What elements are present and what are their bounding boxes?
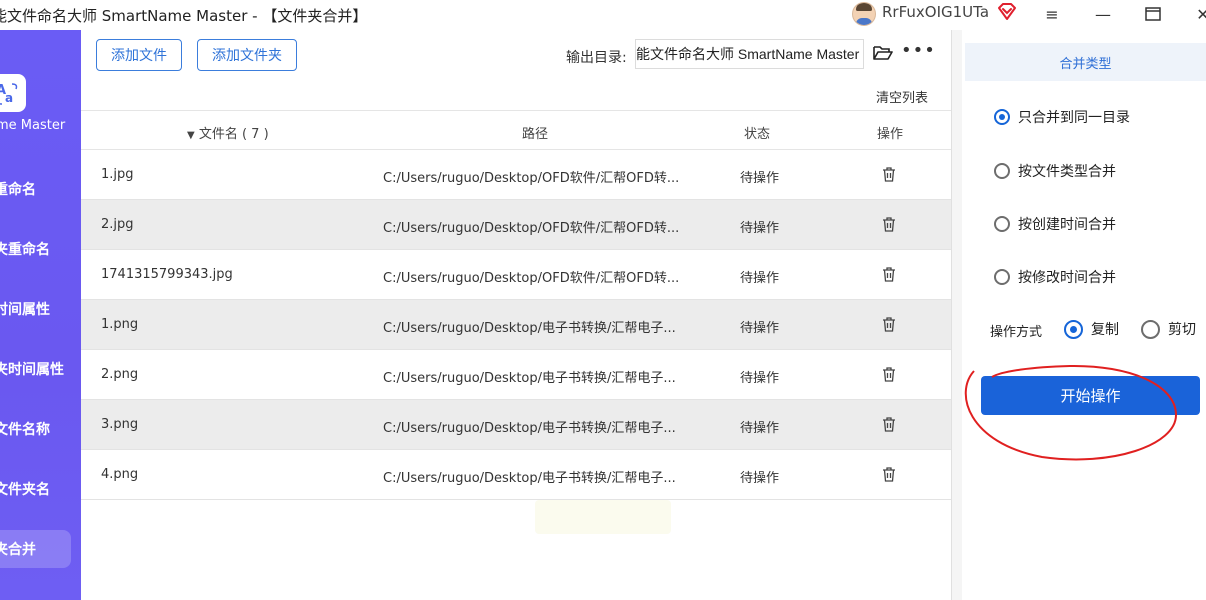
main-content: 添加文件 添加文件夹 输出目录: ••• 清空列表 ▼ 文件名 ( 7 ) 路径… (81, 30, 951, 600)
delete-trash-icon[interactable] (882, 167, 896, 186)
title-bar: 能文件命名大师 SmartName Master - 【文件夹合并】 RrFux… (0, 0, 1206, 30)
radio-selected-icon[interactable] (994, 109, 1010, 125)
table-row[interactable]: 1.png C:/Users/ruguo/Desktop/电子书转换/汇帮电子..… (81, 300, 951, 350)
cut-label: 剪切 (1168, 322, 1196, 338)
table-row[interactable]: 3.png C:/Users/ruguo/Desktop/电子书转换/汇帮电子..… (81, 400, 951, 450)
maximize-button[interactable] (1133, 0, 1173, 28)
maximize-icon (1145, 7, 1161, 21)
output-dir-field[interactable] (635, 39, 864, 69)
ghost-button-overlay (535, 500, 671, 534)
output-dir-label: 输出目录: (566, 50, 627, 66)
sidebar-item-folder-rename[interactable]: 夹重命名 (0, 230, 71, 268)
merge-option-label: 按文件类型合并 (1018, 164, 1116, 180)
table-row[interactable]: 4.png C:/Users/ruguo/Desktop/电子书转换/汇帮电子..… (81, 450, 951, 500)
operation-mode-copy[interactable]: 复制 (1064, 319, 1119, 339)
file-name-cell: 1.png (101, 317, 139, 332)
file-path-cell: C:/Users/ruguo/Desktop/电子书转换/汇帮电子... (383, 321, 676, 336)
user-avatar[interactable] (852, 2, 876, 26)
sidebar-item-folder-names[interactable]: 文件夹名 (0, 470, 71, 508)
radio-unselected-icon[interactable] (994, 216, 1010, 232)
column-header-action: 操作 (877, 127, 904, 142)
add-file-button[interactable]: 添加文件 (96, 39, 182, 71)
filename-header-label: 文件名 ( 7 ) (198, 127, 269, 142)
sidebar-item-folder-merge[interactable]: 夹合并 (0, 530, 71, 568)
sidebar-item-file-names[interactable]: 文件名称 (0, 410, 71, 448)
close-button[interactable]: ✕ (1183, 0, 1206, 28)
operation-mode-label: 操作方式 (990, 325, 1043, 340)
table-row[interactable]: 2.png C:/Users/ruguo/Desktop/电子书转换/汇帮电子..… (81, 350, 951, 400)
radio-unselected-icon[interactable] (994, 163, 1010, 179)
file-path-cell: C:/Users/ruguo/Desktop/电子书转换/汇帮电子... (383, 421, 676, 436)
delete-trash-icon[interactable] (882, 267, 896, 286)
merge-option-label: 按创建时间合并 (1018, 217, 1116, 233)
merge-option-by-created-time[interactable]: 按创建时间合并 (994, 214, 1116, 234)
file-path-cell: C:/Users/ruguo/Desktop/电子书转换/汇帮电子... (383, 371, 676, 386)
vip-diamond-icon[interactable] (996, 1, 1018, 23)
sidebar-item-folder-time-attributes[interactable]: 夹时间属性 (0, 350, 71, 388)
menu-icon[interactable]: ≡ (1032, 0, 1072, 28)
add-folder-button[interactable]: 添加文件夹 (197, 39, 297, 71)
folder-open-icon[interactable] (873, 45, 893, 61)
svg-text:a: a (5, 91, 13, 105)
file-name-cell: 4.png (101, 467, 139, 482)
file-path-cell: C:/Users/ruguo/Desktop/OFD软件/汇帮OFD转... (383, 221, 680, 236)
app-logo-icon: A a (0, 74, 26, 112)
clear-list-link[interactable]: 清空列表 (876, 87, 928, 106)
file-name-cell: 2.png (101, 367, 139, 382)
app-name-label: me Master (0, 118, 66, 133)
table-header: ▼ 文件名 ( 7 ) 路径 状态 操作 (81, 110, 951, 150)
panel-gutter (952, 30, 962, 600)
column-header-filename[interactable]: ▼ 文件名 ( 7 ) (187, 123, 269, 142)
sidebar: A a me Master 重命名 夹重命名 时间属性 夹时间属性 文件名称 文… (0, 30, 81, 600)
table-row[interactable]: 1741315799343.jpg C:/Users/ruguo/Desktop/… (81, 250, 951, 300)
radio-unselected-icon[interactable] (994, 269, 1010, 285)
radio-unselected-icon[interactable] (1141, 319, 1160, 339)
file-name-cell: 3.png (101, 417, 139, 432)
minimize-button[interactable]: — (1083, 0, 1123, 28)
more-options-icon[interactable]: ••• (901, 40, 936, 61)
status-cell: 待操作 (740, 471, 780, 486)
status-cell: 待操作 (740, 321, 780, 336)
status-cell: 待操作 (740, 371, 780, 386)
merge-type-header: 合并类型 (965, 43, 1206, 81)
column-header-path: 路径 (522, 127, 549, 142)
operation-mode-cut[interactable]: 剪切 (1141, 319, 1196, 339)
status-cell: 待操作 (740, 171, 780, 186)
merge-option-label: 按修改时间合并 (1018, 270, 1116, 286)
delete-trash-icon[interactable] (882, 317, 896, 336)
status-cell: 待操作 (740, 271, 780, 286)
status-cell: 待操作 (740, 221, 780, 236)
file-path-cell: C:/Users/ruguo/Desktop/电子书转换/汇帮电子... (383, 471, 676, 486)
merge-option-label: 只合并到同一目录 (1018, 110, 1130, 126)
file-name-cell: 1.jpg (101, 167, 134, 182)
merge-option-by-file-type[interactable]: 按文件类型合并 (994, 161, 1116, 181)
username[interactable]: RrFuxOIG1UTa (882, 3, 989, 21)
copy-label: 复制 (1091, 322, 1119, 338)
start-operation-button[interactable]: 开始操作 (981, 376, 1200, 415)
sidebar-item-time-attributes[interactable]: 时间属性 (0, 290, 71, 328)
table-row[interactable]: 1.jpg C:/Users/ruguo/Desktop/OFD软件/汇帮OFD转… (81, 150, 951, 200)
status-cell: 待操作 (740, 421, 780, 436)
radio-selected-icon[interactable] (1064, 319, 1083, 339)
delete-trash-icon[interactable] (882, 467, 896, 486)
window-title: 能文件命名大师 SmartName Master - 【文件夹合并】 (0, 7, 368, 25)
sidebar-item-rename[interactable]: 重命名 (0, 170, 71, 208)
merge-option-same-directory[interactable]: 只合并到同一目录 (994, 107, 1130, 127)
delete-trash-icon[interactable] (882, 417, 896, 436)
file-name-cell: 2.jpg (101, 217, 134, 232)
file-name-cell: 1741315799343.jpg (101, 267, 233, 282)
merge-settings-panel: 合并类型 只合并到同一目录 按文件类型合并 按创建时间合并 按修改时间合并 操作… (962, 30, 1206, 600)
file-path-cell: C:/Users/ruguo/Desktop/OFD软件/汇帮OFD转... (383, 271, 680, 286)
merge-option-by-modified-time[interactable]: 按修改时间合并 (994, 267, 1116, 287)
column-header-status: 状态 (744, 127, 771, 142)
delete-trash-icon[interactable] (882, 367, 896, 386)
table-row[interactable]: 2.jpg C:/Users/ruguo/Desktop/OFD软件/汇帮OFD转… (81, 200, 951, 250)
file-path-cell: C:/Users/ruguo/Desktop/OFD软件/汇帮OFD转... (383, 171, 680, 186)
sort-down-icon: ▼ (187, 130, 195, 141)
delete-trash-icon[interactable] (882, 217, 896, 236)
